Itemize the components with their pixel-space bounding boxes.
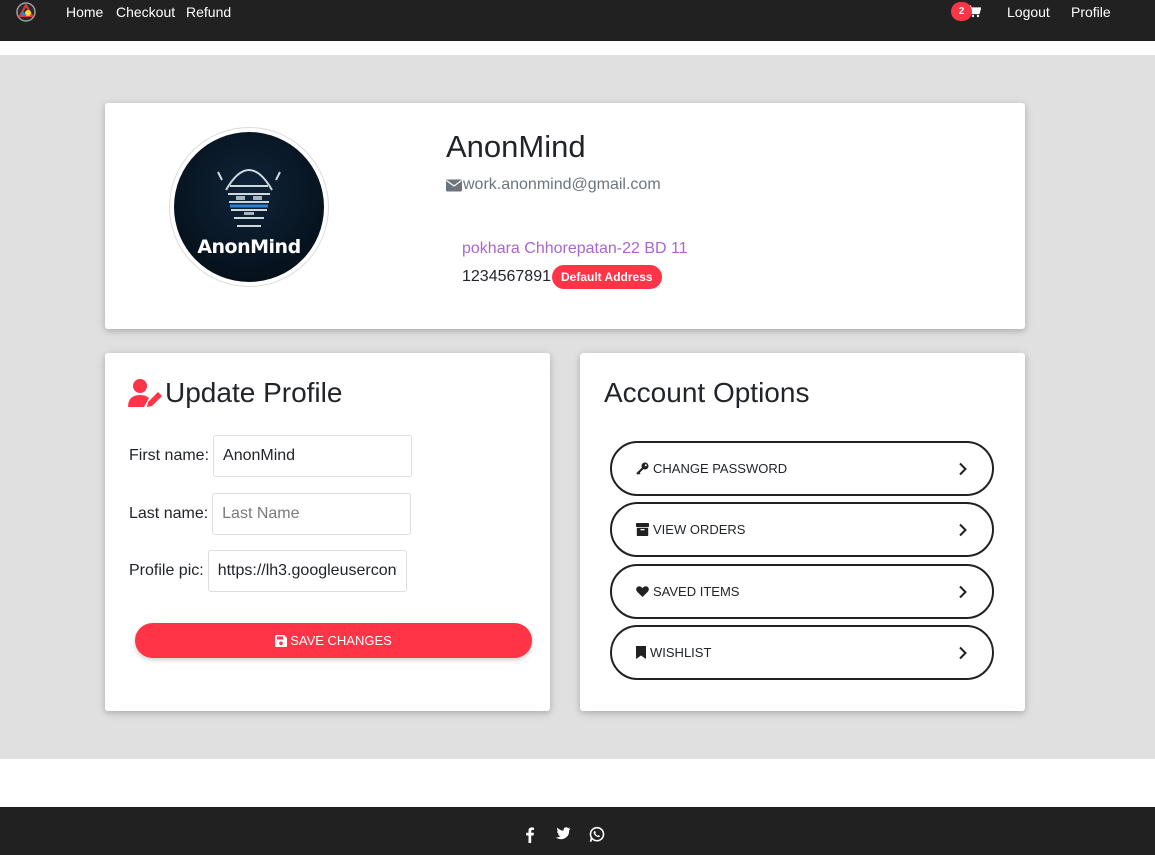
nav-profile-link[interactable]: Profile: [1071, 4, 1111, 20]
bookmark-icon: [636, 646, 646, 659]
change-password-button[interactable]: Change Password: [610, 441, 994, 496]
app-logo-icon[interactable]: [15, 1, 37, 23]
twitter-icon[interactable]: [553, 826, 571, 843]
last-name-label: Last name:: [129, 505, 209, 522]
default-address: pokhara Chhorepatan-22 BD 11: [462, 240, 688, 257]
avatar: AnonMind: [174, 132, 324, 282]
save-changes-label: Save Changes: [290, 633, 392, 648]
profile-email-text: work.anonmind@gmail.com: [463, 176, 661, 193]
main-content: AnonMind AnonMind work.anonmind@gmail.co…: [0, 55, 1155, 759]
user-edit-icon: [128, 379, 162, 407]
phone-row: 1234567891 Default Address: [462, 265, 662, 289]
cart-button[interactable]: 2: [951, 2, 981, 22]
first-name-label: First name:: [129, 447, 210, 464]
first-name-row: First name:: [129, 435, 413, 477]
change-password-label: Change Password: [653, 461, 788, 476]
profile-summary-card: AnonMind AnonMind work.anonmind@gmail.co…: [105, 103, 1025, 329]
floppy-disk-icon: [275, 634, 288, 647]
profile-name: AnonMind: [446, 129, 586, 164]
phone-number: 1234567891: [462, 268, 551, 285]
update-profile-title: Update Profile: [165, 377, 343, 408]
profile-pic-row: Profile pic:: [129, 550, 407, 592]
box-icon: [636, 523, 649, 536]
chevron-right-icon: [959, 523, 967, 537]
cart-count-badge: 2: [951, 2, 972, 21]
top-navbar: Home Checkout Refund 2 Logout Profile: [0, 0, 1155, 41]
view-orders-button[interactable]: View Orders: [610, 502, 994, 557]
nav-refund-link[interactable]: Refund: [186, 4, 231, 20]
chevron-right-icon: [959, 462, 967, 476]
nav-checkout-link[interactable]: Checkout: [116, 4, 175, 20]
update-profile-heading: Update Profile: [128, 377, 342, 409]
profile-pic-label: Profile pic:: [129, 562, 204, 579]
save-changes-button[interactable]: Save Changes: [135, 623, 532, 658]
nav-logout-link[interactable]: Logout: [1007, 4, 1050, 20]
last-name-input[interactable]: [212, 493, 412, 535]
chevron-right-icon: [959, 585, 967, 599]
wishlist-label: Wishlist: [650, 645, 712, 660]
heart-icon: [636, 586, 649, 597]
profile-email: work.anonmind@gmail.com: [446, 176, 661, 194]
nav-home-link[interactable]: Home: [66, 4, 103, 20]
avatar-label: AnonMind: [197, 236, 301, 258]
footer: [0, 807, 1155, 855]
first-name-input[interactable]: [213, 435, 413, 477]
last-name-row: Last name:: [129, 493, 412, 535]
envelope-icon: [446, 179, 462, 191]
avatar-frame: AnonMind: [169, 127, 329, 287]
account-options-title: Account Options: [604, 377, 810, 408]
saved-items-button[interactable]: Saved Items: [610, 564, 994, 619]
default-address-badge: Default Address: [551, 265, 662, 289]
wishlist-button[interactable]: Wishlist: [610, 625, 994, 680]
key-icon: [636, 462, 649, 475]
chevron-right-icon: [959, 646, 967, 660]
view-orders-label: View Orders: [653, 522, 746, 537]
avatar-mask-icon: [217, 169, 281, 227]
profile-pic-input[interactable]: [207, 550, 407, 592]
saved-items-label: Saved Items: [653, 584, 740, 599]
whatsapp-icon[interactable]: [588, 826, 606, 843]
facebook-icon[interactable]: [521, 826, 539, 843]
account-options-card: Account Options Change Password: [580, 353, 1025, 711]
update-profile-card: Update Profile First name: Last name: Pr…: [105, 353, 550, 711]
